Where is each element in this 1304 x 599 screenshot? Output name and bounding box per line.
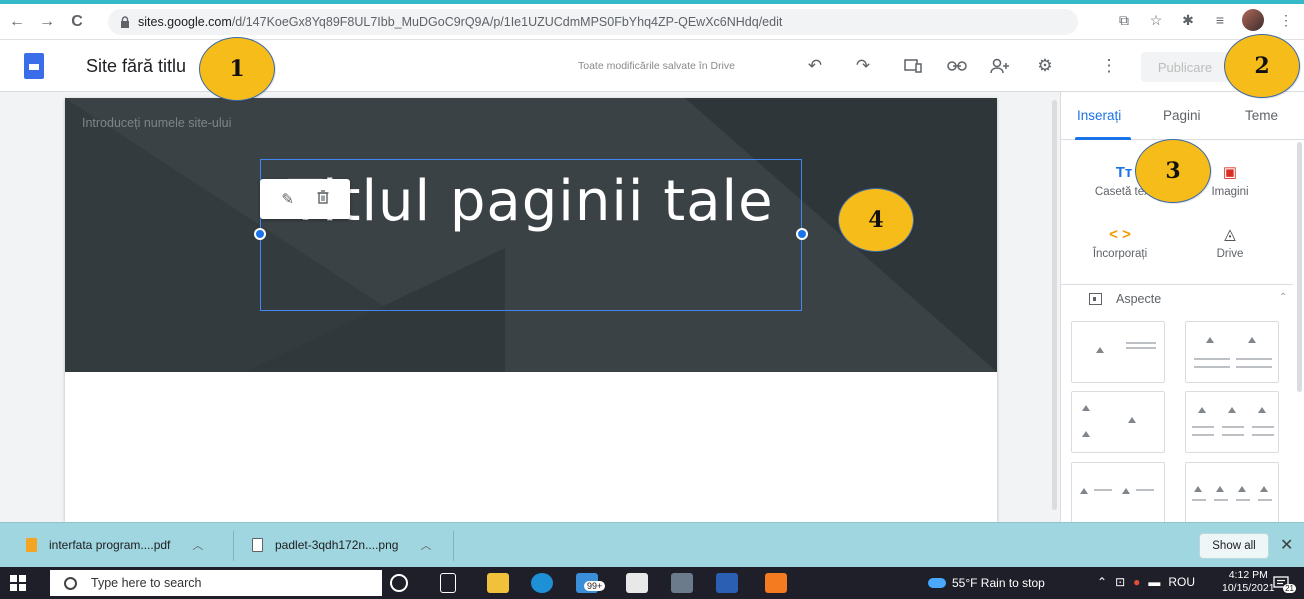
settings-gear-icon[interactable]: ⚙ — [1033, 54, 1057, 78]
word-icon[interactable] — [716, 573, 738, 593]
translate-icon[interactable]: ⧉ — [1114, 12, 1134, 29]
url-host: sites.google.com — [138, 15, 232, 29]
downloads-bar: interfata program....pdf ︿ padlet-3qdh17… — [0, 522, 1304, 567]
pencil-edit-icon[interactable]: ✎ — [281, 190, 294, 208]
forward-icon[interactable]: → — [34, 9, 60, 35]
mail-badge: 99+ — [584, 581, 606, 591]
app-icon[interactable] — [765, 573, 787, 593]
insert-embed[interactable]: < > Încorporați — [1075, 224, 1165, 260]
download-item-png[interactable]: padlet-3qdh172n....png ︿ — [252, 535, 431, 555]
chevron-up-icon[interactable]: ︿ — [192, 537, 203, 553]
chrome-icon[interactable] — [671, 573, 693, 593]
cortana-icon[interactable] — [390, 574, 408, 592]
panel-scrollbar[interactable] — [1297, 142, 1302, 392]
address-bar[interactable]: sites.google.com/d/147KoeGx8Yq89F8UL7Ibb… — [108, 9, 1078, 35]
store-icon[interactable] — [626, 573, 648, 593]
save-status: Toate modificările salvate în Drive — [578, 60, 735, 72]
language-indicator[interactable]: ROU — [1168, 575, 1195, 589]
notification-count: 21 — [1283, 584, 1296, 593]
cloud-rain-icon — [928, 578, 946, 588]
reload-icon[interactable]: C — [64, 9, 90, 35]
textbox-edit-toolbar: ✎ — [260, 179, 350, 219]
browser-toolbar: ← → C sites.google.com/d/147KoeGx8Yq89F8… — [0, 4, 1304, 40]
image-file-icon — [252, 538, 263, 552]
annotation-callout-2: 2 — [1224, 34, 1300, 98]
notification-center-icon[interactable]: 21 — [1268, 573, 1296, 593]
show-all-downloads-button[interactable]: Show all — [1199, 533, 1269, 559]
redo-icon[interactable]: ↷ — [851, 54, 875, 78]
back-icon[interactable]: ← — [4, 9, 30, 35]
embed-icon: < > — [1109, 226, 1131, 243]
download-item-pdf[interactable]: interfata program....pdf ︿ — [26, 535, 203, 555]
annotation-callout-4: 4 — [838, 188, 914, 252]
publish-button[interactable]: Publicare — [1141, 52, 1229, 82]
bookmark-star-icon[interactable]: ☆ — [1146, 12, 1166, 29]
file-explorer-icon[interactable] — [487, 573, 509, 593]
weather-widget[interactable]: 55°F Rain to stop — [928, 576, 1045, 590]
task-view-icon[interactable] — [440, 573, 456, 593]
site-page: Introduceți numele site-ului Titlul pagi… — [65, 98, 997, 522]
extensions-icon[interactable]: ✱ — [1178, 12, 1198, 29]
resize-handle-left[interactable] — [254, 228, 266, 240]
layouts-grid-icon — [1089, 293, 1102, 305]
volume-icon[interactable]: ▬ — [1148, 575, 1160, 589]
tab-themes[interactable]: Teme — [1245, 108, 1278, 123]
mail-icon[interactable]: 99+ — [576, 573, 606, 593]
antivirus-icon[interactable]: ● — [1133, 575, 1140, 589]
preview-icon[interactable] — [901, 54, 925, 78]
layout-option-2[interactable] — [1185, 321, 1279, 383]
panel-tabs: Inserați Pagini Teme — [1061, 92, 1304, 140]
tab-insert[interactable]: Inserați — [1077, 108, 1121, 123]
trash-delete-icon[interactable] — [317, 190, 329, 208]
site-title[interactable]: Site fără titlu — [86, 56, 186, 77]
lock-icon — [120, 16, 130, 28]
more-options-icon[interactable]: ⋮ — [1097, 54, 1121, 78]
layouts-section-header[interactable]: Aspecte — [1089, 292, 1161, 306]
profile-avatar[interactable] — [1242, 9, 1264, 31]
editor-canvas: Introduceți numele site-ului Titlul pagi… — [0, 92, 1060, 522]
layout-option-4[interactable] — [1185, 391, 1279, 453]
taskbar-clock[interactable]: 4:12 PM 10/15/2021 — [1222, 569, 1275, 595]
layout-option-6[interactable] — [1185, 462, 1279, 524]
windows-taskbar: Type here to search 99+ 55°F Rain to sto… — [0, 567, 1304, 599]
canvas-scrollbar[interactable] — [1052, 100, 1057, 510]
edge-browser-icon[interactable] — [531, 573, 553, 593]
chevron-up-icon[interactable]: ⌃ — [1097, 575, 1107, 589]
resize-handle-right[interactable] — [796, 228, 808, 240]
chevron-up-icon[interactable]: ︿ — [420, 537, 431, 553]
sites-header: Site fără titlu Toate modificările salva… — [0, 40, 1304, 92]
undo-icon[interactable]: ↶ — [803, 54, 827, 78]
share-user-icon[interactable] — [988, 54, 1012, 78]
link-icon[interactable] — [945, 54, 969, 78]
pdf-file-icon — [26, 538, 37, 552]
browser-actions: ⧉ ☆ ✱ ≡ ⋮ — [1114, 9, 1296, 31]
browser-menu-icon[interactable]: ⋮ — [1276, 12, 1296, 29]
reading-list-icon[interactable]: ≡ — [1210, 12, 1230, 28]
layout-option-1[interactable] — [1071, 321, 1165, 383]
site-name-input[interactable]: Introduceți numele site-ului — [82, 116, 231, 130]
google-sites-logo-icon[interactable] — [24, 53, 44, 79]
url-path: /d/147KoeGx8Yq89F8UL7Ibb_MuDGoC9rQ9A/p/1… — [231, 15, 783, 29]
annotation-callout-1: 1 — [199, 37, 275, 101]
insert-drive[interactable]: ◬ Drive — [1185, 224, 1275, 260]
active-tab-indicator — [1075, 137, 1131, 140]
tab-pages[interactable]: Pagini — [1163, 108, 1201, 123]
collapse-chevron-icon[interactable]: ⌃ — [1279, 292, 1287, 303]
annotation-callout-3: 3 — [1135, 139, 1211, 203]
search-icon — [64, 576, 77, 590]
taskbar-search-box[interactable]: Type here to search — [50, 570, 382, 596]
drive-icon: ◬ — [1224, 226, 1236, 243]
layout-option-3[interactable] — [1071, 391, 1165, 453]
close-icon[interactable]: ✕ — [1280, 535, 1293, 555]
windows-start-icon[interactable] — [10, 575, 26, 591]
network-icon[interactable]: ⊡ — [1115, 575, 1125, 589]
layout-option-5[interactable] — [1071, 462, 1165, 524]
system-tray: ⌃ ⊡ ● ▬ ROU — [1097, 575, 1195, 589]
